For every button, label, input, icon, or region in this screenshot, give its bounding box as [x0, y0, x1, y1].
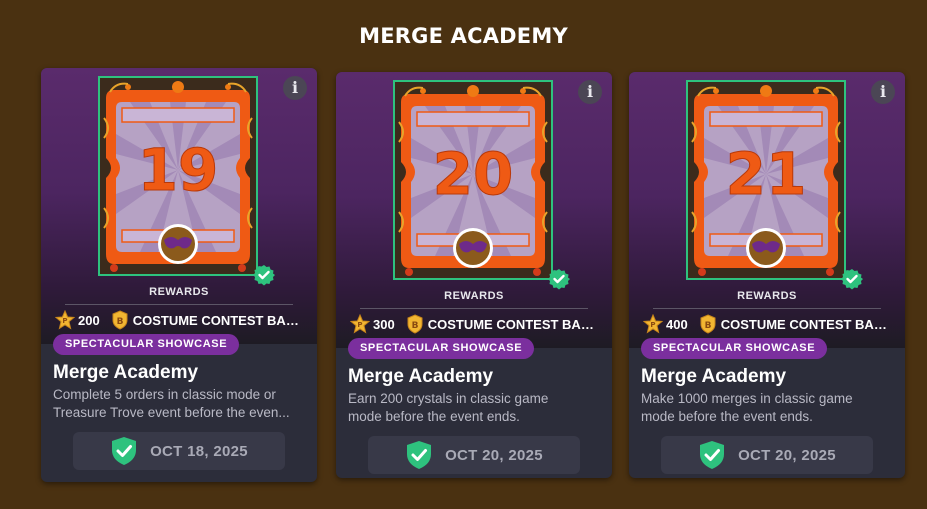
reward-row: P 400 B COSTUME CONTEST BAD...	[642, 312, 893, 336]
svg-text:P: P	[62, 317, 67, 325]
completion-date: OCT 20, 2025	[661, 436, 873, 474]
card-title: Merge Academy	[53, 362, 199, 383]
rewards-divider	[653, 308, 881, 309]
reward-badge-name: COSTUME CONTEST BAD...	[132, 312, 303, 328]
star-points-icon: P	[54, 309, 76, 330]
rewards-label: REWARDS	[444, 290, 504, 302]
svg-text:B: B	[411, 321, 418, 331]
rewards-label: REWARDS	[149, 286, 209, 298]
ticket-image: 19	[98, 76, 258, 276]
info-icon[interactable]: i	[871, 80, 895, 104]
card-header: i	[336, 72, 612, 348]
ticket-number: 20	[433, 140, 514, 208]
card-title: Merge Academy	[348, 366, 494, 387]
reward-points: 400	[666, 316, 688, 332]
ticket-image: 21	[686, 80, 846, 280]
date-text: OCT 20, 2025	[738, 446, 836, 464]
challenge-card-3[interactable]: i 21 REWARDS P 400 B COSTUME CONTEST BAD…	[629, 72, 905, 478]
card-title: Merge Academy	[641, 366, 787, 387]
reward-points: 300	[373, 316, 395, 332]
description-line-2: Treasure Trove event before the even...	[53, 405, 290, 420]
ticket-number: 21	[726, 140, 807, 208]
description-line-2: mode before the event ends.	[641, 409, 813, 424]
date-text: OCT 18, 2025	[150, 442, 248, 460]
svg-text:B: B	[116, 317, 123, 327]
ticket-image: 20	[393, 80, 553, 280]
event-tag: SPECTACULAR SHOWCASE	[641, 338, 828, 359]
card-header: i	[629, 72, 905, 348]
card-description: Complete 5 orders in classic mode or Tre…	[53, 386, 307, 422]
rewards-divider	[65, 304, 293, 305]
card-description: Make 1000 merges in classic game mode be…	[641, 390, 895, 426]
rewards-label: REWARDS	[737, 290, 797, 302]
completion-date: OCT 20, 2025	[368, 436, 580, 474]
event-tag: SPECTACULAR SHOWCASE	[348, 338, 535, 359]
ticket-number: 19	[138, 136, 219, 204]
event-tag: SPECTACULAR SHOWCASE	[53, 334, 240, 355]
challenge-card-1[interactable]: i 19 REWARDS P 200 B COSTUME CONTEST BAD…	[41, 68, 317, 482]
check-circle-icon	[841, 268, 863, 290]
info-icon[interactable]: i	[283, 76, 307, 100]
coin-badge-icon: B	[110, 310, 130, 330]
svg-text:B: B	[704, 321, 711, 331]
description-line-1: Make 1000 merges in classic game	[641, 391, 853, 406]
card-header: i	[41, 68, 317, 344]
coin-badge-icon: B	[405, 314, 425, 334]
completion-date: OCT 18, 2025	[73, 432, 285, 470]
card-description: Earn 200 crystals in classic game mode b…	[348, 390, 602, 426]
info-icon[interactable]: i	[578, 80, 602, 104]
svg-text:P: P	[357, 321, 362, 329]
description-line-1: Complete 5 orders in classic mode or	[53, 387, 276, 402]
reward-row: P 200 B COSTUME CONTEST BAD...	[54, 308, 305, 332]
check-circle-icon	[548, 268, 570, 290]
date-text: OCT 20, 2025	[445, 446, 543, 464]
description-line-1: Earn 200 crystals in classic game	[348, 391, 549, 406]
star-points-icon: P	[349, 313, 371, 334]
reward-badge-name: COSTUME CONTEST BAD...	[427, 316, 598, 332]
reward-row: P 300 B COSTUME CONTEST BAD...	[349, 312, 600, 336]
svg-text:P: P	[650, 321, 655, 329]
shield-check-icon	[698, 440, 726, 470]
page-title: MERGE ACADEMY	[359, 24, 568, 48]
star-points-icon: P	[642, 313, 664, 334]
challenge-card-2[interactable]: i 20 REWARDS P 300 B COSTUME CONTEST BAD…	[336, 72, 612, 478]
shield-check-icon	[405, 440, 433, 470]
rewards-divider	[360, 308, 588, 309]
check-circle-icon	[253, 264, 275, 286]
description-line-2: mode before the event ends.	[348, 409, 520, 424]
coin-badge-icon: B	[698, 314, 718, 334]
shield-check-icon	[110, 436, 138, 466]
reward-badge-name: COSTUME CONTEST BAD...	[720, 316, 891, 332]
reward-points: 200	[78, 312, 100, 328]
